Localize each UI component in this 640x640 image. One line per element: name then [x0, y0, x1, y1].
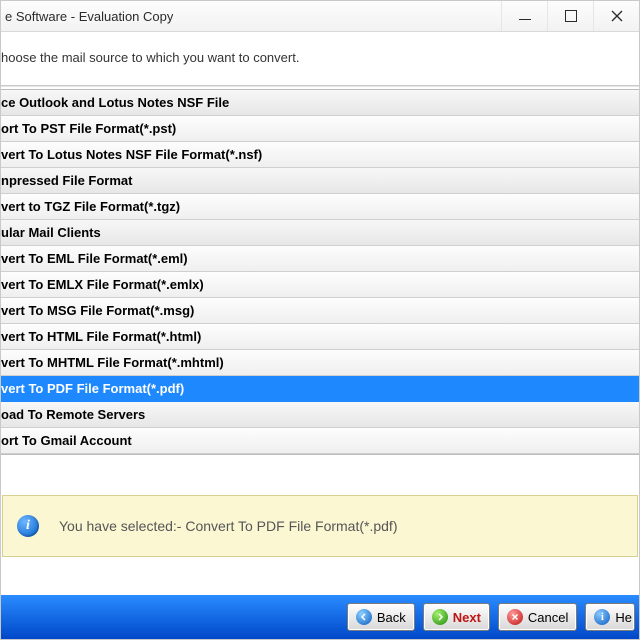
info-box: i You have selected:- Convert To PDF Fil… — [2, 495, 638, 557]
option-item[interactable]: vert To MSG File Format(*.msg) — [1, 298, 639, 324]
option-group-header: npressed File Format — [1, 168, 639, 194]
info-icon: i — [17, 515, 39, 537]
arrow-left-icon — [356, 609, 372, 625]
window-controls — [501, 1, 639, 31]
maximize-button[interactable] — [547, 1, 593, 31]
footer-bar: Back Next Cancel i He — [1, 595, 639, 639]
option-item[interactable]: ort To PST File Format(*.pst) — [1, 116, 639, 142]
minimize-icon — [519, 19, 531, 20]
info-text: You have selected:- Convert To PDF File … — [59, 518, 397, 534]
option-item[interactable]: vert To EML File Format(*.eml) — [1, 246, 639, 272]
help-icon: i — [594, 609, 610, 625]
option-group-header: ce Outlook and Lotus Notes NSF File — [1, 90, 639, 116]
option-item[interactable]: vert To PDF File Format(*.pdf) — [1, 376, 639, 402]
minimize-button[interactable] — [501, 1, 547, 31]
option-item[interactable]: vert to TGZ File Format(*.tgz) — [1, 194, 639, 220]
back-button[interactable]: Back — [347, 603, 415, 631]
next-button[interactable]: Next — [423, 603, 490, 631]
cancel-icon — [507, 609, 523, 625]
window-title: e Software - Evaluation Copy — [5, 9, 173, 24]
option-item[interactable]: vert To HTML File Format(*.html) — [1, 324, 639, 350]
app-window: e Software - Evaluation Copy hoose the m… — [0, 0, 640, 640]
cancel-button-label: Cancel — [528, 610, 568, 625]
option-item[interactable]: vert To Lotus Notes NSF File Format(*.ns… — [1, 142, 639, 168]
instruction-text: hoose the mail source to which you want … — [1, 50, 299, 65]
option-group-header: ular Mail Clients — [1, 220, 639, 246]
arrow-right-icon — [432, 609, 448, 625]
back-button-label: Back — [377, 610, 406, 625]
help-button-label: He — [615, 610, 632, 625]
maximize-icon — [565, 10, 577, 22]
cancel-button[interactable]: Cancel — [498, 603, 577, 631]
option-item[interactable]: ort To Gmail Account — [1, 428, 639, 454]
option-item[interactable]: vert To MHTML File Format(*.mhtml) — [1, 350, 639, 376]
option-item[interactable]: vert To EMLX File Format(*.emlx) — [1, 272, 639, 298]
close-button[interactable] — [593, 1, 639, 31]
titlebar: e Software - Evaluation Copy — [1, 1, 639, 32]
next-button-label: Next — [453, 610, 481, 625]
separator — [1, 85, 639, 87]
instructions: hoose the mail source to which you want … — [1, 32, 639, 85]
option-group-header: oad To Remote Servers — [1, 402, 639, 428]
close-icon — [611, 10, 623, 22]
option-list: ce Outlook and Lotus Notes NSF Fileort T… — [1, 89, 639, 455]
help-button[interactable]: i He — [585, 603, 635, 631]
